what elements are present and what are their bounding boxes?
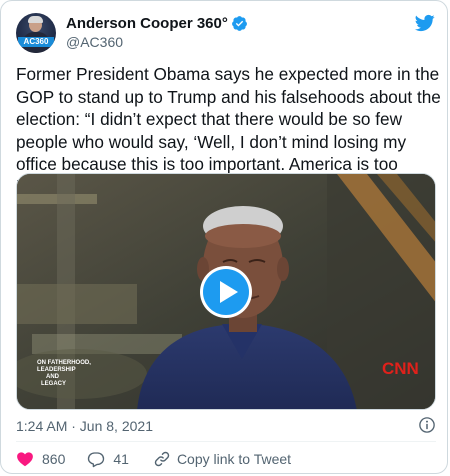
twitter-bird-icon[interactable] (414, 13, 436, 33)
name-row: Anderson Cooper 360° (66, 14, 248, 32)
verified-badge-icon (231, 15, 247, 31)
copy-link-button[interactable]: Copy link to Tweet (153, 450, 291, 468)
info-icon[interactable] (418, 416, 436, 434)
like-button[interactable]: 860 (16, 450, 65, 468)
play-button[interactable] (199, 265, 253, 319)
video-caption-line: ON FATHERHOOD, (37, 360, 91, 366)
reply-icon (88, 452, 105, 468)
video-caption-line: LEGACY (41, 381, 66, 387)
action-bar: 860 41 Copy link to Tweet (16, 449, 291, 469)
like-count: 860 (42, 451, 66, 467)
heart-icon (17, 452, 33, 467)
divider (16, 441, 436, 442)
video-player[interactable]: ON FATHERHOOD, LEADERSHIP AND LEGACY CNN (16, 173, 436, 410)
tweet-card: AC360 Anderson Cooper 360° @AC360 Former… (0, 0, 448, 474)
copy-link-label: Copy link to Tweet (176, 451, 292, 467)
video-caption-line: AND (46, 374, 60, 380)
video-caption-line: LEADERSHIP (37, 367, 76, 373)
reply-count: 41 (113, 451, 129, 467)
avatar[interactable]: AC360 (16, 13, 56, 53)
avatar-hair (28, 16, 43, 23)
tweet-timestamp[interactable]: 1:24 AM · Jun 8, 2021 (16, 418, 153, 434)
reply-button[interactable]: 41 (87, 450, 129, 468)
network-logo: CNN (382, 359, 419, 378)
handle[interactable]: @AC360 (66, 34, 123, 50)
timestamp-row: 1:24 AM · Jun 8, 2021 (16, 416, 436, 436)
display-name[interactable]: Anderson Cooper 360° (66, 15, 228, 32)
avatar-logo: AC360 (18, 37, 54, 47)
tweet-header: AC360 Anderson Cooper 360° @AC360 (16, 13, 436, 53)
link-icon (154, 451, 170, 467)
